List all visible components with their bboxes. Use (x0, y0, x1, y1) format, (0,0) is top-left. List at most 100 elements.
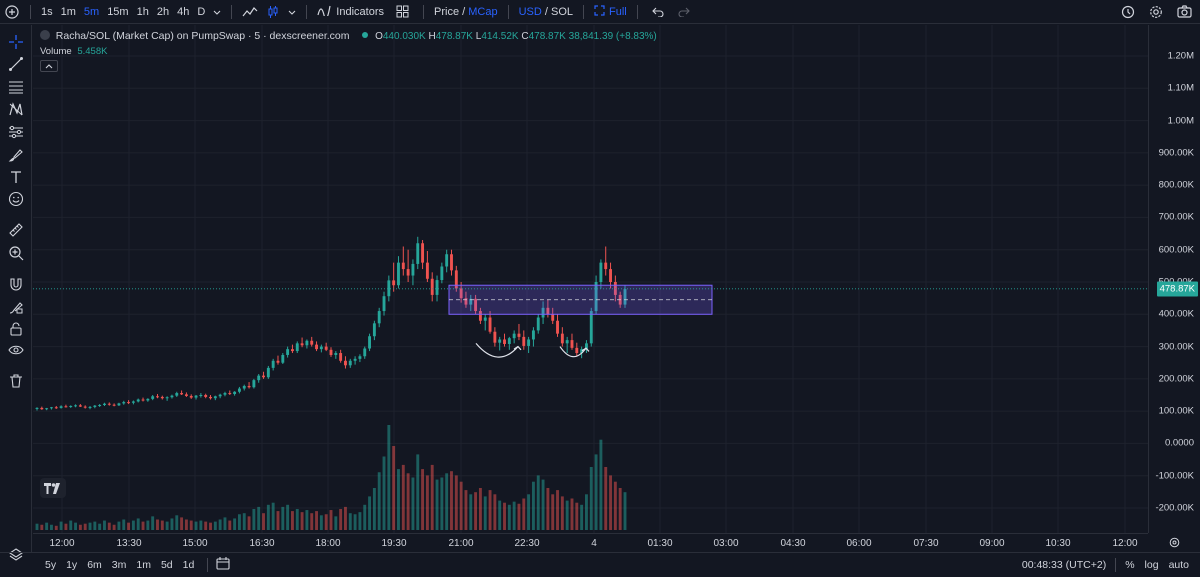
time-axis[interactable]: 12:00 13:30 15:00 16:30 18:00 19:30 21:00 22:30… (33, 533, 1148, 552)
indicators-icon (317, 4, 331, 20)
time-tick-label: 07:30 (913, 538, 939, 549)
text-tool-icon[interactable] (6, 167, 26, 187)
candle-body (103, 403, 106, 406)
interval-1m[interactable]: 1m (57, 0, 80, 24)
volume-bar (613, 481, 617, 530)
percent-scale-toggle[interactable]: % (1120, 559, 1139, 571)
volume-bar (242, 513, 246, 530)
layouts-grid-icon[interactable] (388, 0, 417, 24)
currency-toggle[interactable]: USD / SOL (515, 0, 577, 24)
range-1m[interactable]: 1m (131, 559, 156, 571)
candle-body (575, 347, 579, 354)
candle-body (78, 405, 82, 407)
quick-search-icon[interactable] (1114, 0, 1142, 24)
auto-scale-toggle[interactable]: auto (1164, 559, 1194, 571)
candle-body (184, 394, 188, 396)
indicators-button[interactable]: Indicators (313, 0, 388, 24)
chart-pane[interactable] (33, 25, 1148, 533)
trash-delete-icon[interactable] (6, 371, 26, 391)
ruler-measure-icon[interactable] (6, 220, 26, 240)
volume-bar (74, 522, 78, 530)
range-1d[interactable]: 1d (178, 559, 200, 571)
time-tick-label: 16:30 (249, 538, 275, 549)
interval-1s[interactable]: 1s (37, 0, 57, 24)
drawn-curve-arrow (475, 342, 519, 358)
volume-bar (478, 488, 482, 530)
candlestick-chart[interactable] (33, 25, 1148, 533)
interval-dropdown-chevron-icon[interactable] (209, 0, 225, 24)
pattern-tool-icon[interactable] (6, 99, 26, 119)
fullscreen-button[interactable]: Full (590, 0, 631, 24)
range-1y[interactable]: 1y (61, 559, 82, 571)
chart-type-chevron-icon[interactable] (284, 0, 300, 24)
toggle-slash: / (462, 5, 466, 18)
price-tick-label: 1.00M (1167, 115, 1194, 127)
interval-2h[interactable]: 2h (153, 0, 173, 24)
candle-body (329, 349, 333, 355)
screenshot-camera-icon[interactable] (1170, 0, 1200, 24)
prediction-tools-icon[interactable] (6, 122, 26, 142)
volume-bar (348, 513, 352, 530)
volume-bar (358, 512, 362, 530)
fib-retracement-icon[interactable] (6, 77, 26, 97)
candles-chart-type-icon[interactable] (262, 0, 284, 24)
magnet-icon[interactable] (6, 274, 26, 294)
candle-body (35, 407, 39, 409)
candle-body (290, 349, 294, 352)
goto-date-calendar-icon[interactable] (216, 557, 230, 573)
add-symbol-icon[interactable] (0, 0, 24, 24)
volume-bar (565, 500, 569, 530)
interval-4h[interactable]: 4h (173, 0, 193, 24)
volume-bar (262, 513, 265, 530)
price-axis[interactable]: 1.20M 1.10M 1.00M 900.00K 800.00K 700.00K 600.… (1148, 25, 1200, 533)
redo-icon[interactable] (672, 0, 696, 24)
candle-body (517, 333, 521, 337)
volume-bar (117, 521, 121, 530)
volume-bar (276, 511, 280, 530)
log-scale-toggle[interactable]: log (1140, 559, 1164, 571)
hide-drawings-eye-icon[interactable] (6, 340, 26, 360)
volume-bar (421, 469, 425, 530)
zoom-in-icon[interactable] (6, 243, 26, 263)
range-6m[interactable]: 6m (82, 559, 107, 571)
interval-5m[interactable]: 5m (80, 0, 103, 24)
volume-legend: Volume 5.458K (40, 46, 107, 57)
volume-bar (425, 475, 429, 530)
candle-body (560, 333, 564, 344)
interval-15m[interactable]: 15m (103, 0, 132, 24)
collapse-legend-chevron-icon[interactable] (40, 60, 58, 72)
volume-bar (69, 520, 73, 530)
interval-1h[interactable]: 1h (133, 0, 153, 24)
volume-bar (290, 511, 294, 530)
timezone-clock[interactable]: 00:48:33 (UTC+2) (1017, 559, 1111, 571)
range-5d[interactable]: 5d (156, 559, 178, 571)
high-value: 478.87K (435, 31, 473, 42)
interval-D[interactable]: D (193, 0, 209, 24)
candle-body (498, 339, 502, 343)
symbol-title[interactable]: Racha/SOL (Market Cap) on PumpSwap · 5 ·… (56, 30, 350, 42)
settings-gear-icon[interactable] (1142, 0, 1170, 24)
range-5y[interactable]: 5y (40, 559, 61, 571)
volume-bar (406, 473, 410, 530)
trend-line-icon[interactable] (6, 54, 26, 74)
volume-bar (98, 523, 102, 530)
volume-bar (209, 522, 212, 530)
volume-bar (604, 467, 608, 530)
time-tick-label: 4 (591, 538, 597, 549)
undo-icon[interactable] (644, 0, 672, 24)
emoji-icon[interactable] (6, 189, 26, 209)
volume-bar (45, 522, 49, 530)
time-axis-settings-icon[interactable] (1169, 537, 1180, 551)
candle-body (54, 407, 58, 409)
range-3m[interactable]: 3m (107, 559, 132, 571)
candle-body (503, 339, 506, 344)
volume-bar (112, 524, 116, 530)
crosshair-cursor-icon[interactable] (6, 32, 26, 52)
lock-drawings-icon[interactable] (6, 319, 26, 339)
line-chart-type-icon[interactable] (238, 0, 262, 24)
stay-in-drawing-mode-icon[interactable] (6, 297, 26, 317)
tradingview-logo[interactable] (40, 478, 66, 498)
volume-bar (440, 477, 444, 530)
brush-icon[interactable] (6, 145, 26, 165)
price-mcap-toggle[interactable]: Price / MCap (430, 0, 502, 24)
